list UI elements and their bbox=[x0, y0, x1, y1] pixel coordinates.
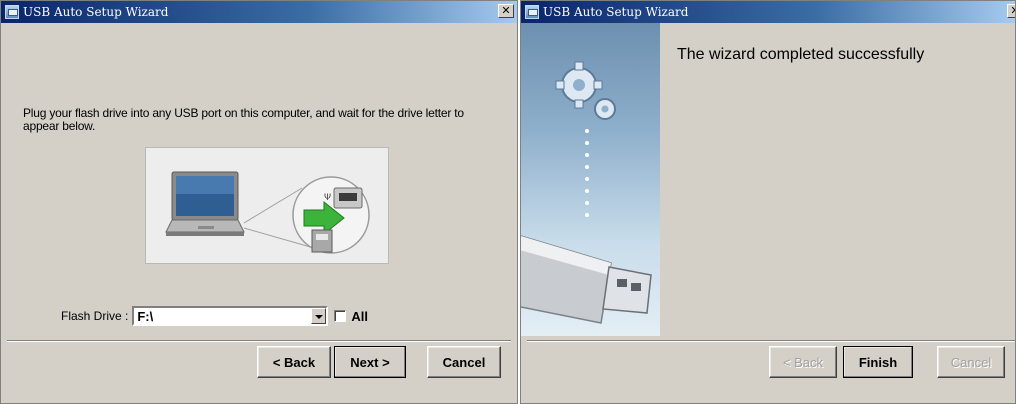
close-button[interactable]: ✕ bbox=[1007, 4, 1015, 18]
title-bar[interactable]: USB Auto Setup Wizard ✕ bbox=[521, 1, 1015, 23]
finish-button[interactable]: Finish bbox=[843, 346, 913, 378]
cancel-button[interactable]: Cancel bbox=[427, 346, 501, 378]
banner-graphic bbox=[521, 61, 652, 324]
window-title: USB Auto Setup Wizard bbox=[543, 5, 689, 19]
usb-plug-icon bbox=[311, 229, 333, 253]
app-icon bbox=[525, 5, 539, 19]
window-title: USB Auto Setup Wizard bbox=[23, 5, 169, 19]
wizard-window-step: USB Auto Setup Wizard ✕ Plug your flash … bbox=[0, 0, 518, 404]
gears-icon bbox=[555, 61, 616, 120]
usb-stick-icon bbox=[521, 235, 652, 324]
svg-text:Ψ: Ψ bbox=[324, 193, 331, 203]
wizard-window-complete: USB Auto Setup Wizard ✕ bbox=[520, 0, 1016, 404]
all-checkbox-label[interactable]: All bbox=[351, 309, 368, 324]
completion-message: The wizard completed successfully bbox=[677, 46, 925, 63]
flash-drive-label: Flash Drive : bbox=[61, 309, 129, 323]
close-icon: ✕ bbox=[501, 4, 511, 17]
close-icon: ✕ bbox=[1010, 4, 1015, 17]
cancel-button[interactable]: Cancel bbox=[937, 346, 1005, 378]
all-checkbox[interactable] bbox=[334, 310, 347, 322]
instruction-text: Plug your flash drive into any USB port … bbox=[23, 106, 464, 133]
flash-drive-select[interactable]: F:\ bbox=[132, 306, 329, 326]
button-separator bbox=[7, 340, 511, 342]
dropdown-arrow-icon[interactable] bbox=[311, 308, 327, 324]
wizard-side-banner bbox=[521, 23, 660, 336]
laptop-usb-illustration: Ψ bbox=[165, 171, 370, 254]
app-icon bbox=[5, 5, 19, 19]
next-button[interactable]: Next > bbox=[334, 346, 406, 378]
flash-drive-value: F:\ bbox=[137, 308, 154, 324]
button-separator bbox=[527, 340, 1015, 342]
back-button[interactable]: < Back bbox=[769, 346, 837, 378]
close-button[interactable]: ✕ bbox=[498, 4, 514, 18]
dotted-trail bbox=[585, 129, 589, 217]
back-button[interactable]: < Back bbox=[257, 346, 331, 378]
title-bar[interactable]: USB Auto Setup Wizard ✕ bbox=[1, 1, 517, 23]
plug-in-illustration: Ψ bbox=[145, 147, 389, 264]
flash-drive-row: Flash Drive : F:\ All bbox=[61, 305, 368, 327]
laptop-icon bbox=[165, 171, 245, 236]
